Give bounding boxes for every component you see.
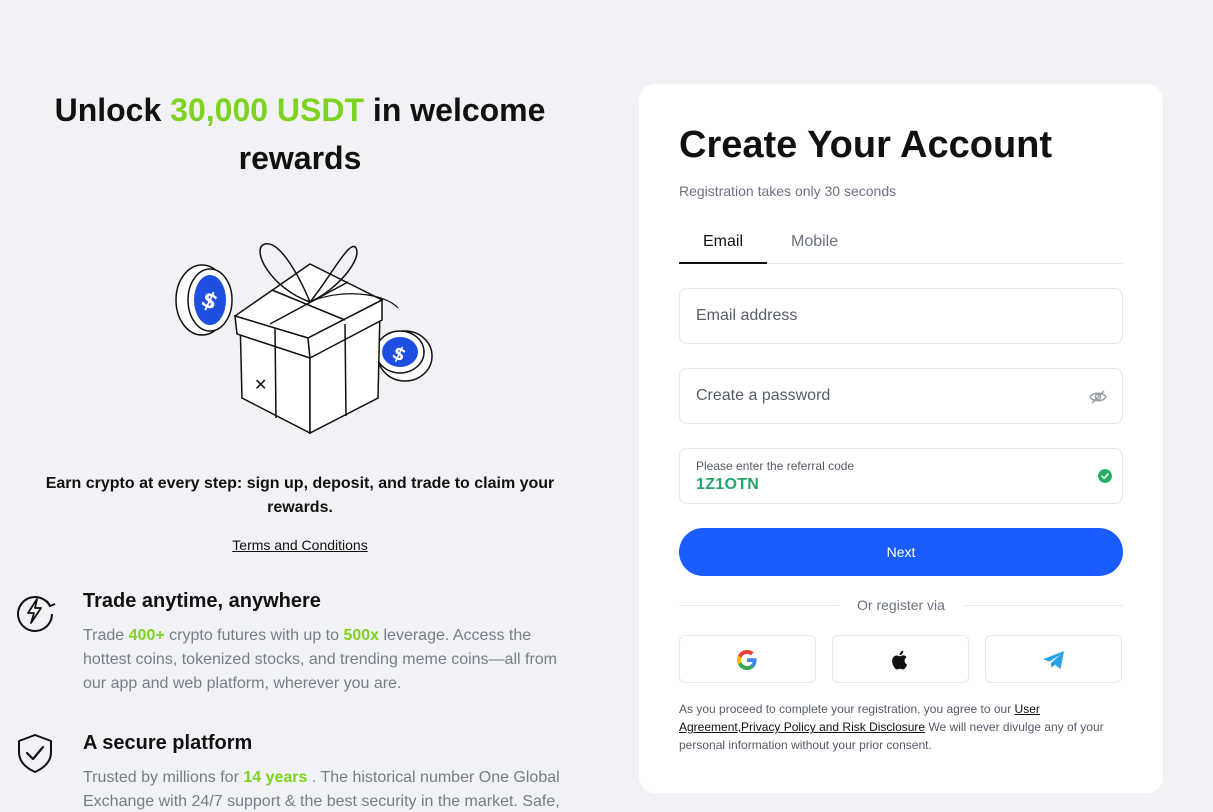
promo-headline: Unlock 30,000 USDT in welcome rewards bbox=[54, 92, 546, 176]
feature-title: Trade anytime, anywhere bbox=[83, 590, 321, 612]
feature-description: Trade 400+ crypto futures with up to 500… bbox=[83, 627, 557, 692]
google-icon bbox=[737, 650, 757, 670]
registration-card: Create Your Account Registration takes o… bbox=[639, 84, 1163, 793]
form-subtitle: Registration takes only 30 seconds bbox=[679, 183, 897, 199]
google-login-button[interactable] bbox=[679, 635, 816, 683]
telegram-login-button[interactable] bbox=[985, 635, 1122, 683]
feature-title: A secure platform bbox=[83, 732, 253, 754]
referral-label: Please enter the referral code bbox=[696, 459, 855, 473]
legal-disclaimer: As you proceed to complete your registra… bbox=[679, 702, 1104, 752]
tab-mobile[interactable]: Mobile bbox=[791, 232, 838, 263]
privacy-policy-link[interactable]: Privacy Policy and Risk Disclosure bbox=[741, 720, 925, 734]
password-input[interactable] bbox=[696, 369, 1076, 423]
reward-amount: 30,000 USDT bbox=[170, 92, 365, 128]
apple-icon bbox=[892, 650, 908, 670]
email-field-container bbox=[679, 288, 1123, 344]
divider-line bbox=[963, 605, 1123, 606]
email-input[interactable] bbox=[696, 289, 1076, 343]
promo-panel: Unlock 30,000 USDT in welcome rewards $ … bbox=[0, 0, 600, 812]
clock-lightning-icon bbox=[17, 596, 56, 632]
feature-description: Trusted by millions for 14 years . The h… bbox=[83, 769, 560, 810]
tab-email[interactable]: Email bbox=[679, 232, 767, 264]
earn-text: Earn crypto at every step: sign up, depo… bbox=[45, 475, 555, 516]
check-circle-icon bbox=[1098, 469, 1112, 483]
referral-field-container[interactable]: Please enter the referral code 1Z1OTN bbox=[679, 448, 1123, 504]
apple-login-button[interactable] bbox=[832, 635, 969, 683]
svg-text:✕: ✕ bbox=[254, 375, 267, 394]
gift-box-illustration: $ $ ✕ bbox=[175, 243, 433, 435]
terms-link[interactable]: Terms and Conditions bbox=[0, 537, 600, 553]
password-field-container bbox=[679, 368, 1123, 424]
referral-code-value[interactable]: 1Z1OTN bbox=[696, 476, 759, 494]
next-button[interactable]: Next bbox=[679, 528, 1123, 576]
registration-tabs: Email Mobile bbox=[679, 232, 1123, 264]
telegram-icon bbox=[1043, 651, 1064, 669]
shield-check-icon bbox=[18, 734, 52, 773]
eye-slash-icon[interactable] bbox=[1088, 387, 1108, 407]
form-title: Create Your Account bbox=[679, 124, 1053, 166]
or-register-divider: Or register via bbox=[679, 597, 1123, 615]
